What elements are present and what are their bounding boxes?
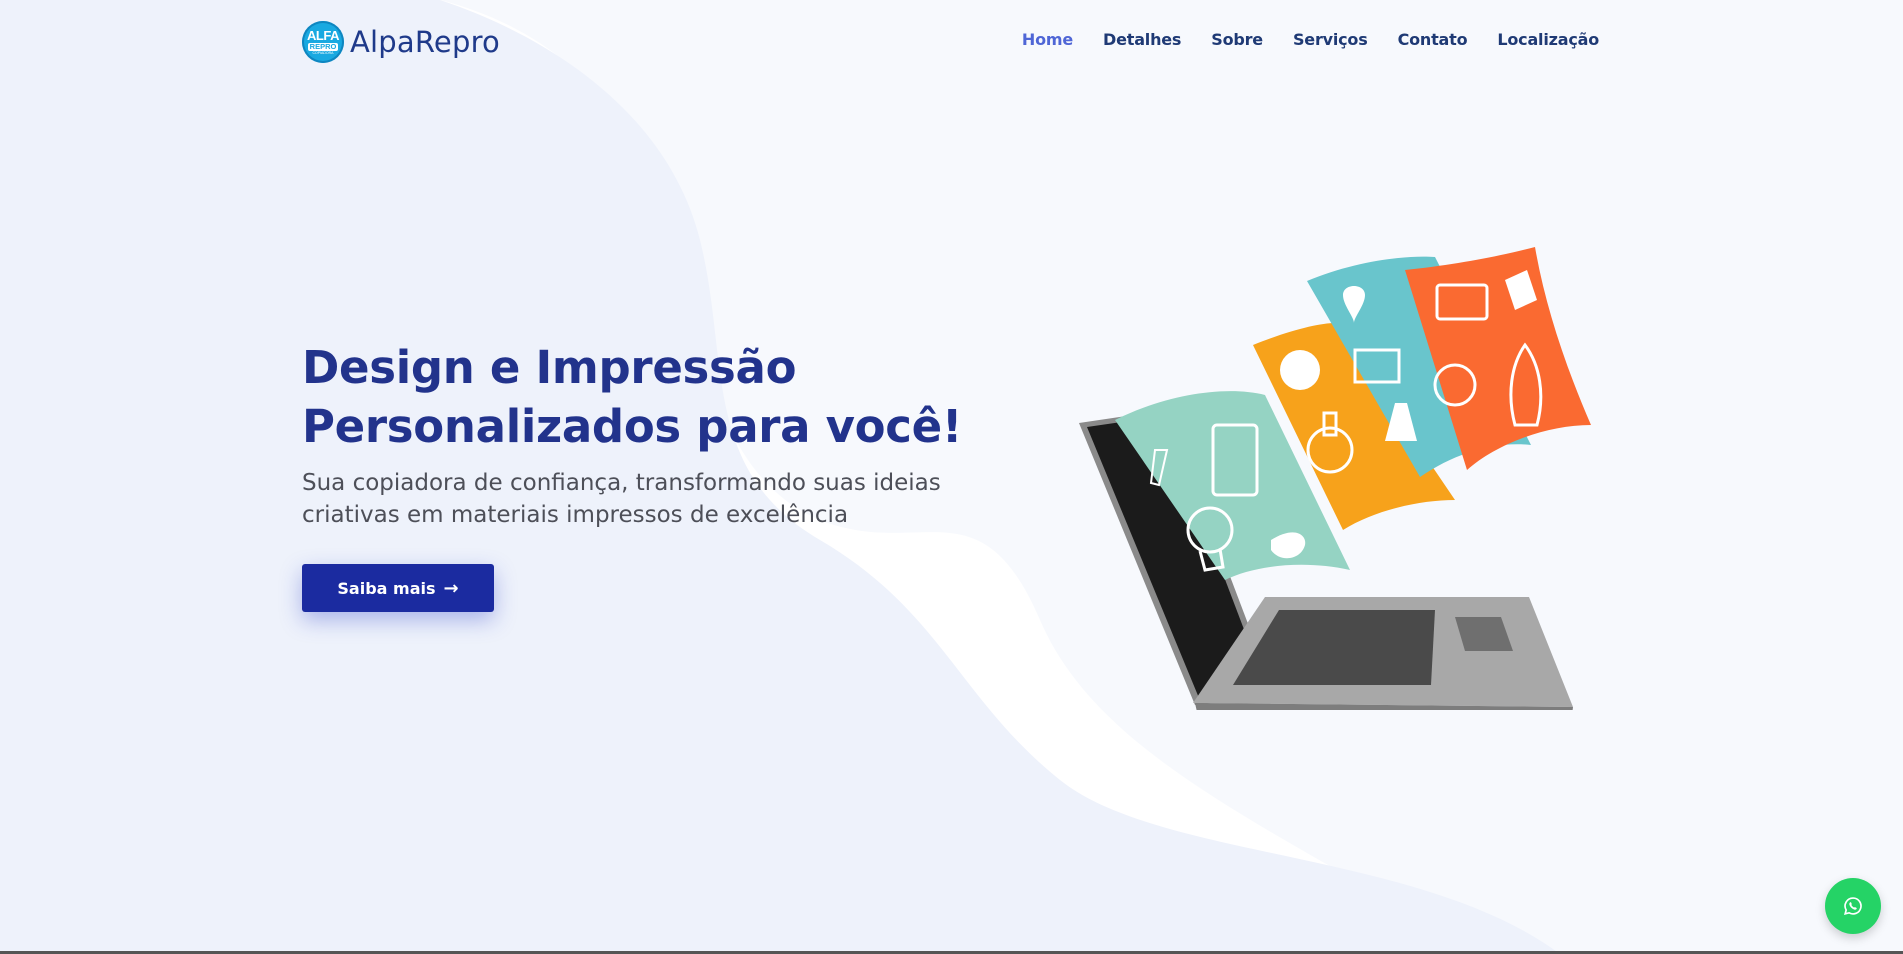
brand-logo: ALFA REPRO COPIADORA: [302, 21, 344, 63]
nav-sobre[interactable]: Sobre: [1211, 30, 1263, 49]
whatsapp-button[interactable]: [1825, 878, 1881, 934]
logo-text-line2: REPRO: [307, 42, 339, 51]
saiba-mais-button[interactable]: Saiba mais →: [302, 564, 494, 612]
hero: Design e Impressão Personalizados para v…: [302, 338, 982, 531]
whatsapp-icon: [1844, 897, 1862, 915]
brand[interactable]: ALFA REPRO COPIADORA AlpaRepro: [302, 20, 500, 64]
nav-contato[interactable]: Contato: [1398, 30, 1468, 49]
logo-text-line1: ALFA: [307, 28, 339, 43]
hero-illustration: [1079, 247, 1591, 710]
nav-detalhes[interactable]: Detalhes: [1103, 30, 1181, 49]
cta-label: Saiba mais: [337, 578, 436, 598]
main-nav: Home Detalhes Sobre Serviços Contato Loc…: [1022, 30, 1599, 49]
logo-text-line3: COPIADORA: [312, 50, 334, 55]
navbar: ALFA REPRO COPIADORA AlpaRepro Home Deta…: [0, 0, 1903, 84]
nav-localizacao[interactable]: Localização: [1497, 30, 1599, 49]
arrow-right-icon: →: [443, 577, 459, 599]
laptop-base: [1193, 597, 1573, 710]
hero-title: Design e Impressão Personalizados para v…: [302, 338, 982, 456]
hero-title-line1: Design e Impressão: [302, 341, 797, 394]
hero-subtitle: Sua copiadora de confiança, transformand…: [302, 470, 941, 528]
nav-servicos[interactable]: Serviços: [1293, 30, 1368, 49]
nav-home[interactable]: Home: [1022, 30, 1073, 49]
brand-name: AlpaRepro: [350, 25, 501, 59]
hero-title-line2: Personalizados para você!: [302, 400, 963, 453]
